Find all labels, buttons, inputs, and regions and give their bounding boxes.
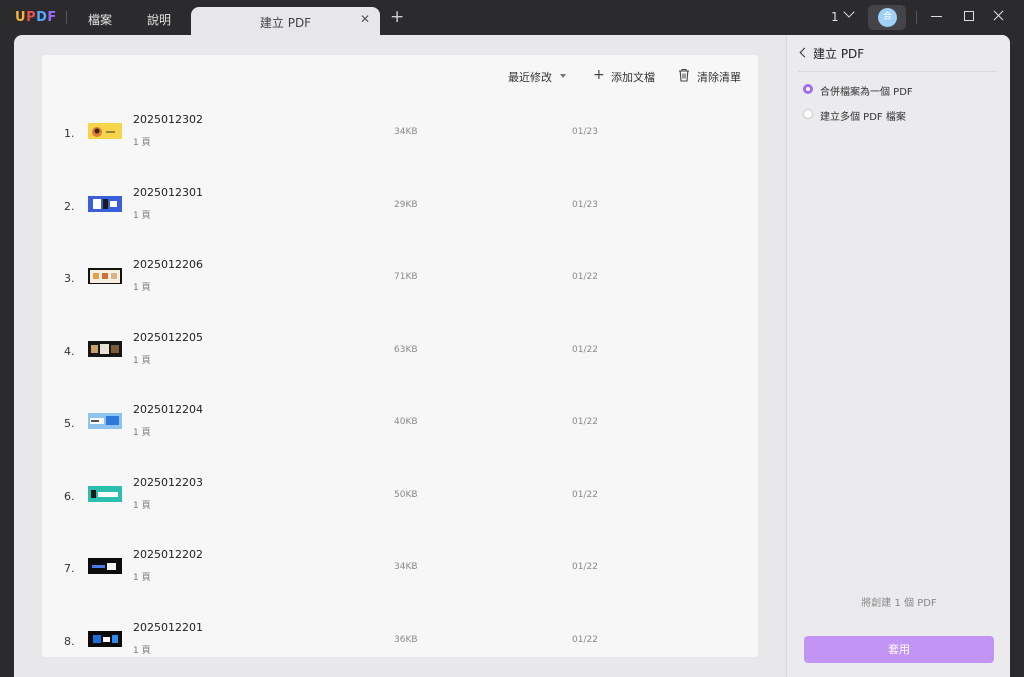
maximize-button[interactable]	[961, 8, 977, 24]
caret-down-icon[interactable]	[560, 74, 566, 78]
file-name: 2025012206	[133, 258, 203, 271]
file-thumbnail	[88, 631, 122, 647]
maximize-icon	[964, 11, 974, 21]
file-date: 01/22	[572, 417, 598, 427]
app-area: 最近修改 + 添加文檔 清除清單 1. 2025012302 1 頁 34KB …	[14, 35, 1010, 677]
minimize-button[interactable]	[929, 8, 945, 24]
page-count: 1 頁	[133, 283, 151, 293]
file-date: 01/23	[572, 127, 598, 137]
title-bar: UPDF 檔案 說明 建立 PDF ✕ + 1 合	[0, 0, 1024, 35]
title-separator	[916, 11, 917, 24]
page-count: 1 頁	[133, 501, 151, 511]
file-thumbnail	[88, 341, 122, 357]
file-thumbnail	[88, 558, 122, 574]
file-size: 34KB	[394, 562, 418, 572]
file-size: 29KB	[394, 200, 418, 210]
row-number: 5.	[64, 417, 75, 430]
file-size: 36KB	[394, 635, 418, 645]
file-row[interactable]: 8. 2025012201 1 頁 36KB 01/22	[42, 608, 758, 657]
menu-file[interactable]: 檔案	[88, 11, 112, 28]
file-row[interactable]: 6. 2025012203 1 頁 50KB 01/22	[42, 463, 758, 535]
sort-dropdown[interactable]: 最近修改	[508, 69, 552, 85]
page-count: 1 頁	[133, 646, 151, 656]
file-thumbnail	[88, 196, 122, 212]
menu-help[interactable]: 說明	[147, 11, 171, 28]
title-separator	[66, 11, 67, 24]
file-size: 63KB	[394, 345, 418, 355]
option-label: 建立多個 PDF 檔案	[820, 112, 906, 123]
file-name: 2025012205	[133, 331, 203, 344]
minimize-icon	[931, 16, 942, 17]
file-list-card: 最近修改 + 添加文檔 清除清單 1. 2025012302 1 頁 34KB …	[42, 55, 758, 657]
tab-label: 建立 PDF	[259, 16, 312, 30]
file-date: 01/22	[572, 345, 598, 355]
file-name: 2025012302	[133, 113, 203, 126]
row-number: 4.	[64, 345, 75, 358]
row-number: 1.	[64, 127, 75, 140]
new-tab-button[interactable]: +	[390, 7, 404, 27]
page-count: 1 頁	[133, 573, 151, 583]
file-thumbnail	[88, 486, 122, 502]
divider	[798, 71, 997, 72]
file-date: 01/22	[572, 635, 598, 645]
row-number: 3.	[64, 272, 75, 285]
page-count: 1 頁	[133, 428, 151, 438]
back-chevron-icon[interactable]	[799, 47, 810, 58]
row-number: 6.	[64, 490, 75, 503]
file-row[interactable]: 2. 2025012301 1 頁 29KB 01/23	[42, 173, 758, 245]
file-row[interactable]: 5. 2025012204 1 頁 40KB 01/22	[42, 390, 758, 462]
tab-create-pdf[interactable]: 建立 PDF ✕	[191, 7, 380, 35]
file-size: 71KB	[394, 272, 418, 282]
row-number: 7.	[64, 562, 75, 575]
apply-button[interactable]: 套用	[804, 636, 994, 663]
panel-title: 建立 PDF	[813, 47, 865, 61]
file-name: 2025012301	[133, 186, 203, 199]
file-row[interactable]: 1. 2025012302 1 頁 34KB 01/23	[42, 100, 758, 172]
file-name: 2025012204	[133, 403, 203, 416]
account-button[interactable]: 合	[868, 5, 906, 30]
page-count: 1 頁	[133, 356, 151, 366]
row-number: 8.	[64, 635, 75, 648]
add-document-button[interactable]: 添加文檔	[611, 69, 655, 85]
window-count[interactable]: 1	[831, 10, 839, 24]
page-count: 1 頁	[133, 138, 151, 148]
updf-logo: UPDF	[15, 10, 57, 25]
trash-icon[interactable]	[678, 68, 690, 82]
clear-list-button[interactable]: 清除清單	[697, 69, 741, 85]
file-size: 40KB	[394, 417, 418, 427]
option-label: 合併檔案為一個 PDF	[820, 87, 913, 98]
add-icon[interactable]: +	[593, 68, 605, 82]
file-name: 2025012201	[133, 621, 203, 634]
file-size: 34KB	[394, 127, 418, 137]
file-thumbnail	[88, 413, 122, 429]
file-row[interactable]: 7. 2025012202 1 頁 34KB 01/22	[42, 535, 758, 607]
file-row[interactable]: 4. 2025012205 1 頁 63KB 01/22	[42, 318, 758, 390]
file-name: 2025012203	[133, 476, 203, 489]
file-date: 01/22	[572, 272, 598, 282]
summary-text: 將創建 1 個 PDF	[861, 598, 937, 609]
file-date: 01/23	[572, 200, 598, 210]
create-pdf-panel: 建立 PDF 合併檔案為一個 PDF 建立多個 PDF 檔案 將創建 1 個 P…	[786, 35, 1010, 677]
file-date: 01/22	[572, 490, 598, 500]
close-window-button[interactable]	[991, 8, 1007, 24]
radio-unselected-icon[interactable]	[803, 109, 813, 119]
radio-selected-icon[interactable]	[803, 84, 813, 94]
tab-close-icon[interactable]: ✕	[360, 12, 370, 26]
file-name: 2025012202	[133, 548, 203, 561]
file-row[interactable]: 3. 2025012206 1 頁 71KB 01/22	[42, 245, 758, 317]
file-thumbnail	[88, 123, 122, 139]
row-number: 2.	[64, 200, 75, 213]
file-thumbnail	[88, 268, 122, 284]
chevron-down-icon[interactable]	[843, 6, 855, 18]
avatar: 合	[878, 8, 897, 27]
file-size: 50KB	[394, 490, 418, 500]
page-count: 1 頁	[133, 211, 151, 221]
file-date: 01/22	[572, 562, 598, 572]
